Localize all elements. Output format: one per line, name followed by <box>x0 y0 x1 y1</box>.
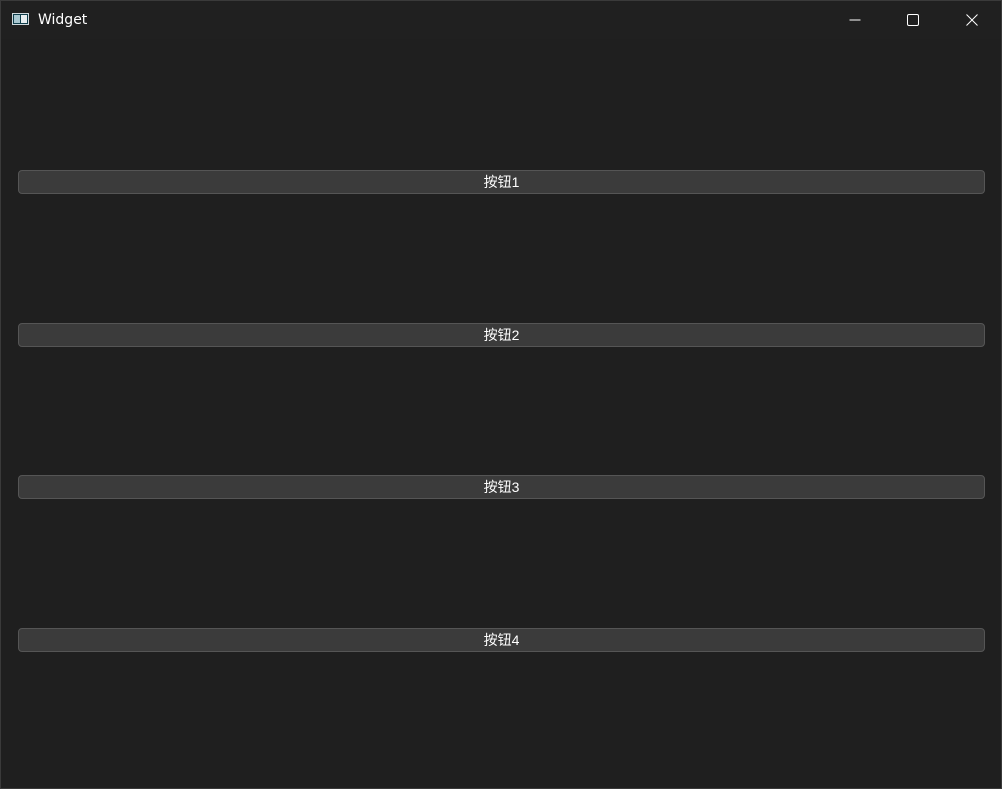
minimize-button[interactable] <box>826 1 884 39</box>
button-4[interactable]: 按钮4 <box>18 628 985 652</box>
title-bar[interactable]: Widget <box>1 1 1001 39</box>
window-app-icon <box>12 13 29 25</box>
maximize-icon <box>907 14 919 26</box>
app-window: Widget 按钮1 按钮2 按钮3 按钮4 <box>0 0 1002 789</box>
close-icon <box>966 14 978 26</box>
widget-content: 按钮1 按钮2 按钮3 按钮4 <box>1 39 1001 789</box>
window-title: Widget <box>38 12 88 28</box>
close-button[interactable] <box>943 1 1001 39</box>
app-icon-left-pane <box>14 15 20 23</box>
app-icon-right-pane <box>21 15 27 23</box>
button-3[interactable]: 按钮3 <box>18 475 985 499</box>
button-1[interactable]: 按钮1 <box>18 170 985 194</box>
minimize-icon <box>849 19 861 21</box>
button-2[interactable]: 按钮2 <box>18 323 985 347</box>
maximize-button[interactable] <box>884 1 942 39</box>
